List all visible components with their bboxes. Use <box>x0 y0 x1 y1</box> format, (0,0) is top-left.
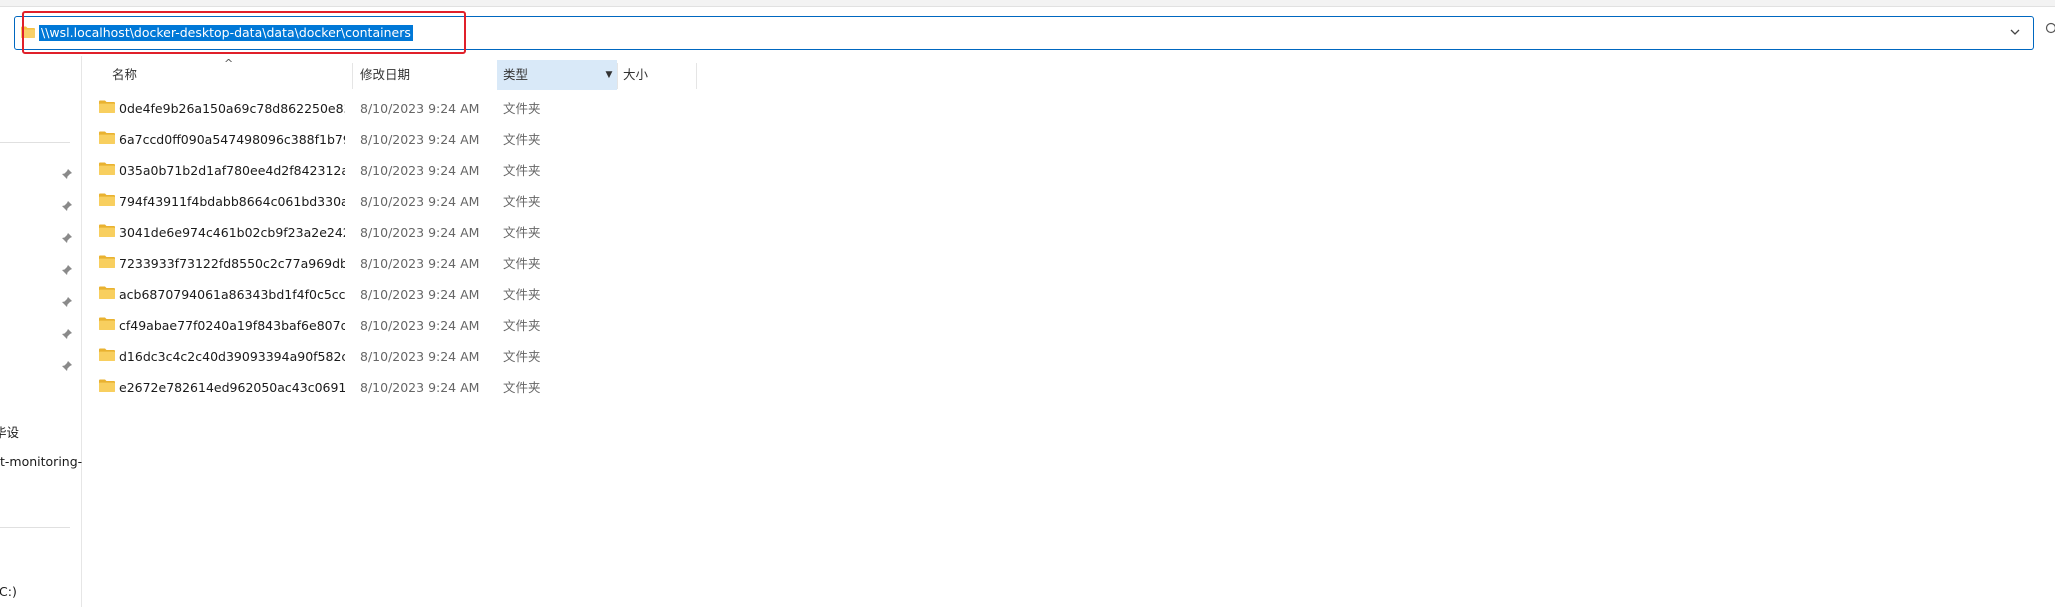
file-date-modified: 8/10/2023 9:24 AM <box>360 194 480 209</box>
file-row[interactable]: 7233933f73122fd8550c2c77a969db8... 8/10/… <box>96 248 696 279</box>
file-type: 文件夹 <box>503 349 541 364</box>
pin-icon[interactable] <box>61 264 73 276</box>
folder-icon <box>99 255 115 271</box>
file-name[interactable]: cf49abae77f0240a19f843baf6e807d1... <box>119 310 345 341</box>
file-date-modified: 8/10/2023 9:24 AM <box>360 256 480 271</box>
file-type: 文件夹 <box>503 101 541 116</box>
file-row[interactable]: e2672e782614ed962050ac43c0691d1... 8/10/… <box>96 372 696 403</box>
search-icon[interactable] <box>2044 22 2055 44</box>
file-type: 文件夹 <box>503 225 541 240</box>
file-row[interactable]: 0de4fe9b26a150a69c78d862250e83e... 8/10/… <box>96 93 696 124</box>
navigation-pane: 毕设 t-monitoring- C:) <box>0 56 82 607</box>
file-date-modified: 8/10/2023 9:24 AM <box>360 349 480 364</box>
file-date-modified: 8/10/2023 9:24 AM <box>360 163 480 178</box>
folder-icon <box>99 224 115 240</box>
file-type: 文件夹 <box>503 287 541 302</box>
file-name[interactable]: 7233933f73122fd8550c2c77a969db8... <box>119 248 345 279</box>
file-type: 文件夹 <box>503 256 541 271</box>
file-type: 文件夹 <box>503 163 541 178</box>
folder-icon <box>99 317 115 333</box>
file-row[interactable]: d16dc3c4c2c40d39093394a90f582c7... 8/10/… <box>96 341 696 372</box>
folder-icon <box>99 100 115 116</box>
sort-ascending-icon: ^ <box>224 57 234 70</box>
pin-icon[interactable] <box>61 232 73 244</box>
file-date-modified: 8/10/2023 9:24 AM <box>360 318 480 333</box>
file-name[interactable]: 3041de6e974c461b02cb9f23a2e2425... <box>119 217 345 248</box>
column-header-name[interactable]: 名称 <box>112 60 137 90</box>
column-header-size[interactable]: 大小 <box>623 60 648 90</box>
pin-icon[interactable] <box>61 200 73 212</box>
file-type: 文件夹 <box>503 318 541 333</box>
file-name[interactable]: 035a0b71b2d1af780ee4d2f842312a7... <box>119 155 345 186</box>
file-name[interactable]: 0de4fe9b26a150a69c78d862250e83e... <box>119 93 345 124</box>
column-divider[interactable] <box>617 63 618 89</box>
chevron-down-icon[interactable] <box>2009 26 2021 41</box>
folder-icon <box>99 131 115 147</box>
file-type: 文件夹 <box>503 380 541 395</box>
file-row[interactable]: acb6870794061a86343bd1f4f0c5cc08... 8/10… <box>96 279 696 310</box>
file-row[interactable]: 3041de6e974c461b02cb9f23a2e2425... 8/10/… <box>96 217 696 248</box>
pin-icon[interactable] <box>61 328 73 340</box>
file-date-modified: 8/10/2023 9:24 AM <box>360 132 480 147</box>
file-name[interactable]: 794f43911f4bdabb8664c061bd330a7... <box>119 186 345 217</box>
folder-icon <box>99 193 115 209</box>
folder-icon <box>99 162 115 178</box>
file-type: 文件夹 <box>503 132 541 147</box>
pin-icon[interactable] <box>61 296 73 308</box>
nav-divider <box>0 142 70 143</box>
file-date-modified: 8/10/2023 9:24 AM <box>360 380 480 395</box>
pin-icon[interactable] <box>61 168 73 180</box>
column-divider[interactable] <box>352 63 353 89</box>
nav-divider <box>0 527 70 528</box>
highlight-annotation-box <box>22 11 466 54</box>
file-name[interactable]: d16dc3c4c2c40d39093394a90f582c7... <box>119 341 345 372</box>
file-type: 文件夹 <box>503 194 541 209</box>
file-date-modified: 8/10/2023 9:24 AM <box>360 101 480 116</box>
pin-icon[interactable] <box>61 360 73 372</box>
file-row[interactable]: 6a7ccd0ff090a547498096c388f1b796... 8/10… <box>96 124 696 155</box>
file-name[interactable]: e2672e782614ed962050ac43c0691d1... <box>119 372 345 403</box>
column-header-type[interactable]: 类型 <box>497 60 601 90</box>
folder-icon <box>99 286 115 302</box>
file-row[interactable]: 794f43911f4bdabb8664c061bd330a7... 8/10/… <box>96 186 696 217</box>
file-date-modified: 8/10/2023 9:24 AM <box>360 287 480 302</box>
file-row[interactable]: 035a0b71b2d1af780ee4d2f842312a7... 8/10/… <box>96 155 696 186</box>
folder-icon <box>99 348 115 364</box>
file-name[interactable]: acb6870794061a86343bd1f4f0c5cc08... <box>119 279 345 310</box>
chevron-down-icon[interactable]: ▼ <box>601 60 617 90</box>
nav-item-label[interactable]: 毕设 <box>0 422 19 441</box>
file-row[interactable]: cf49abae77f0240a19f843baf6e807d1... 8/10… <box>96 310 696 341</box>
folder-icon <box>99 379 115 395</box>
nav-drive-label[interactable]: C:) <box>0 584 17 599</box>
file-name[interactable]: 6a7ccd0ff090a547498096c388f1b796... <box>119 124 345 155</box>
window-top-strip <box>0 0 2055 7</box>
file-date-modified: 8/10/2023 9:24 AM <box>360 225 480 240</box>
nav-item-label[interactable]: t-monitoring- <box>0 454 82 469</box>
column-divider[interactable] <box>696 63 697 89</box>
column-header-date-modified[interactable]: 修改日期 <box>360 60 410 90</box>
